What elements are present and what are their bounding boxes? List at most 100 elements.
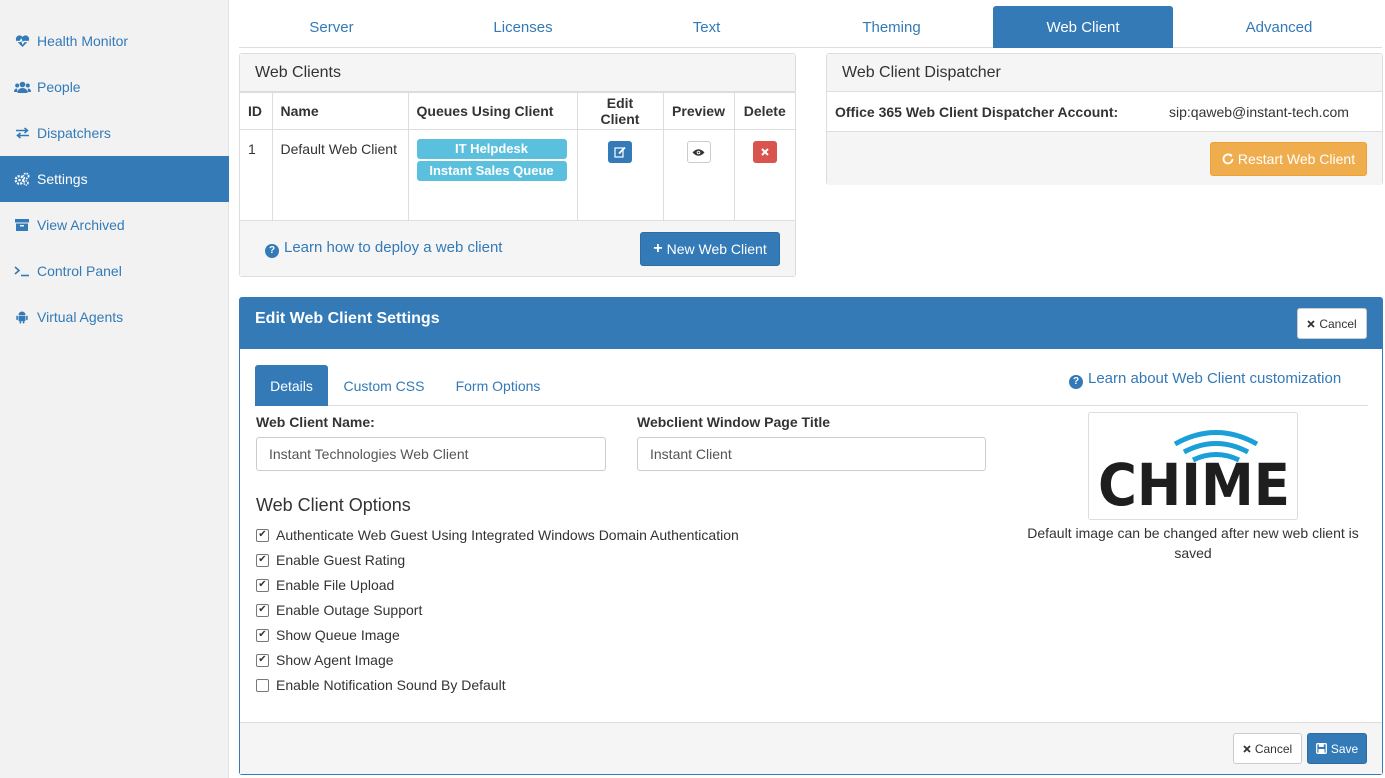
checkbox[interactable]: ✔ [256, 553, 269, 567]
option-label: Enable File Upload [276, 577, 395, 593]
cell-name: Default Web Client [271, 129, 409, 223]
subtab-form-options[interactable]: Form Options [447, 365, 549, 406]
preview-client-button[interactable] [686, 141, 711, 163]
tab-advanced[interactable]: Advanced [1179, 6, 1379, 48]
cell-preview [662, 129, 735, 223]
close-icon [1307, 319, 1315, 328]
users-icon [13, 80, 31, 94]
learn-deploy-link-text: Learn how to deploy a web client [284, 239, 503, 256]
cancel-button[interactable]: Cancel [1233, 733, 1302, 764]
checkbox[interactable]: ✔ [256, 578, 269, 592]
refresh-icon [1222, 153, 1234, 165]
restart-web-client-button[interactable]: Restart Web Client [1210, 142, 1367, 176]
new-web-client-button[interactable]: + New Web Client [640, 232, 780, 266]
exchange-icon [13, 126, 31, 140]
checkbox[interactable]: ✔ [256, 603, 269, 617]
table-row: 1 Default Web Client IT Helpdesk Instant… [240, 129, 795, 223]
cell-queues: IT Helpdesk Instant Sales Queue [407, 129, 578, 223]
dispatcher-account-value: sip:qaweb@instant-tech.com [1169, 104, 1349, 120]
eye-icon [692, 148, 705, 156]
sidebar-item-people[interactable]: People [0, 64, 229, 110]
heartbeat-icon [13, 34, 31, 48]
learn-deploy-link[interactable]: ? Learn how to deploy a web client [265, 239, 502, 258]
checkbox[interactable] [256, 678, 269, 692]
sidebar-item-label: Settings [37, 171, 88, 187]
gears-icon [13, 172, 31, 186]
options-heading: Web Client Options [256, 495, 411, 515]
plus-icon: + [653, 240, 663, 257]
checkbox[interactable]: ✔ [256, 628, 269, 642]
cell-edit [576, 129, 664, 223]
cancel-button-top[interactable]: Cancel [1297, 308, 1367, 339]
sidebar-item-virtual-agents[interactable]: Virtual Agents [0, 294, 229, 340]
android-icon [13, 310, 31, 324]
tab-text[interactable]: Text [619, 6, 794, 48]
queue-badge: Instant Sales Queue [416, 161, 567, 181]
web-clients-table: ID Name Queues Using Client Edit Client … [240, 92, 795, 223]
option-label: Authenticate Web Guest Using Integrated … [276, 527, 739, 543]
tab-web-client[interactable]: Web Client [993, 6, 1173, 48]
option-label: Enable Guest Rating [276, 552, 406, 568]
settings-tabs: Server Licenses Text Theming Web Client … [239, 6, 1382, 48]
edit-panel-footer: Cancel Save [240, 722, 1382, 774]
option-windows-auth: ✔ Authenticate Web Guest Using Integrated… [256, 525, 739, 545]
option-guest-rating: ✔ Enable Guest Rating [256, 550, 405, 570]
sidebar: Health Monitor People Dispatchers Settin… [0, 0, 229, 778]
learn-customization-link[interactable]: ? Learn about Web Client customization [1069, 370, 1341, 389]
learn-customization-text: Learn about Web Client customization [1088, 370, 1342, 387]
dispatcher-account-label: Office 365 Web Client Dispatcher Account… [835, 104, 1119, 120]
tab-theming[interactable]: Theming [799, 6, 984, 48]
queue-badge: IT Helpdesk [416, 139, 567, 159]
checkbox[interactable]: ✔ [256, 528, 269, 542]
save-icon [1315, 743, 1327, 754]
web-client-name-input[interactable] [256, 437, 606, 471]
option-agent-image: ✔ Show Agent Image [256, 650, 394, 670]
subtab-details[interactable]: Details [255, 365, 328, 406]
sidebar-item-settings[interactable]: Settings [0, 156, 229, 202]
image-note: Default image can be changed after new w… [1027, 525, 1359, 561]
sidebar-item-label: Dispatchers [37, 125, 111, 141]
close-icon [761, 148, 769, 156]
edit-web-client-panel: Edit Web Client Settings Cancel Details … [239, 297, 1383, 775]
dispatcher-footer: Restart Web Client [827, 131, 1382, 185]
sidebar-item-control-panel[interactable]: Control Panel [0, 248, 229, 294]
option-file-upload: ✔ Enable File Upload [256, 575, 394, 595]
col-id: ID [240, 92, 273, 130]
option-label: Show Queue Image [276, 627, 400, 643]
subtab-custom-css[interactable]: Custom CSS [338, 365, 430, 406]
sidebar-item-health-monitor[interactable]: Health Monitor [0, 18, 229, 64]
col-delete: Delete [733, 92, 795, 130]
restart-label: Restart Web Client [1237, 151, 1356, 167]
cancel-label: Cancel [1319, 316, 1357, 331]
option-label: Enable Notification Sound By Default [276, 677, 506, 693]
question-circle-icon: ? [1069, 374, 1083, 389]
save-label: Save [1330, 741, 1359, 756]
sidebar-item-label: Control Panel [37, 263, 122, 279]
checkbox[interactable]: ✔ [256, 653, 269, 667]
web-clients-footer: ? Learn how to deploy a web client + New W… [240, 220, 795, 276]
col-queues: Queues Using Client [407, 92, 578, 130]
page-title-label: Webclient Window Page Title [637, 414, 831, 430]
tab-licenses[interactable]: Licenses [429, 6, 617, 48]
edit-client-button[interactable] [608, 141, 632, 163]
sidebar-item-dispatchers[interactable]: Dispatchers [0, 110, 229, 156]
option-queue-image: ✔ Show Queue Image [256, 625, 400, 645]
edit-panel-title: Edit Web Client Settings [255, 310, 440, 327]
tab-server[interactable]: Server [239, 6, 424, 48]
option-label: Enable Outage Support [276, 602, 423, 618]
terminal-icon [13, 264, 31, 278]
col-preview: Preview [662, 92, 735, 130]
col-edit: Edit Client [576, 92, 664, 130]
option-outage-support: ✔ Enable Outage Support [256, 600, 422, 620]
save-button[interactable]: Save [1307, 733, 1367, 764]
option-label: Show Agent Image [276, 652, 394, 668]
page-title-input[interactable] [637, 437, 986, 471]
web-client-image[interactable]: CHIME [1088, 412, 1298, 520]
sidebar-item-view-archived[interactable]: View Archived [0, 202, 229, 248]
edit-icon [614, 146, 626, 158]
delete-client-button[interactable] [752, 141, 777, 163]
web-clients-panel: Web Clients ID Name Queues Using Client … [239, 53, 796, 277]
dispatcher-panel: Web Client Dispatcher Office 365 Web Cli… [826, 53, 1383, 185]
sidebar-item-label: Virtual Agents [37, 309, 124, 325]
web-client-name-label: Web Client Name: [256, 414, 375, 430]
